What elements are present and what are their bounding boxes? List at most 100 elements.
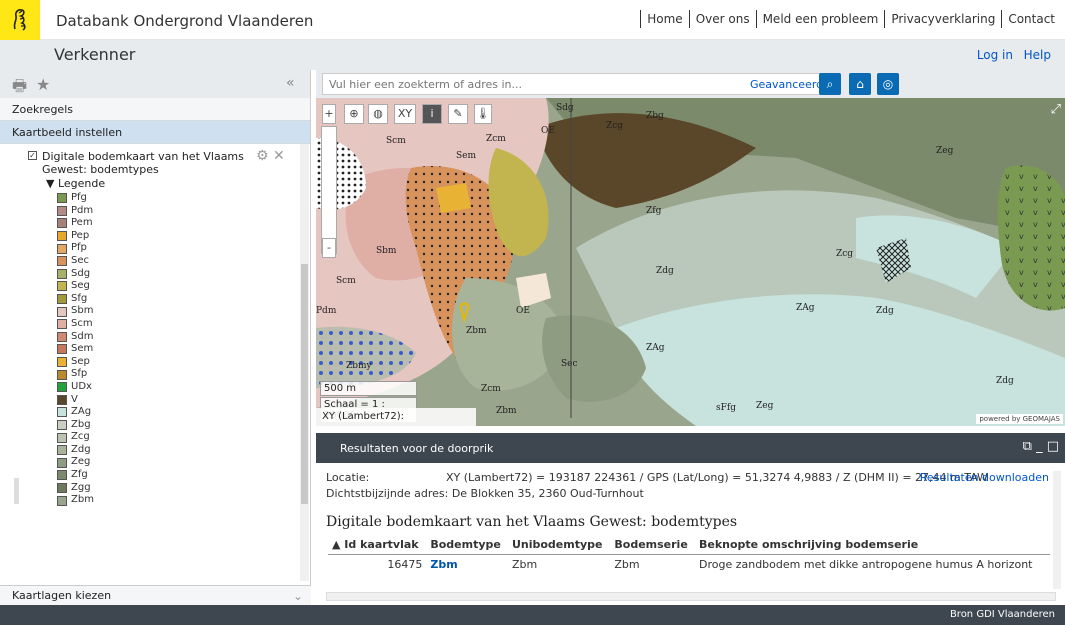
zoom-in-button[interactable]: + — [322, 104, 336, 124]
legend-swatch — [57, 495, 67, 506]
results-layer-title: Digitale bodemkaart van het Vlaams Gewes… — [326, 514, 738, 530]
location-value: XY (Lambert72) = 193187 224361 / GPS (La… — [446, 471, 988, 484]
svg-text:Zcg: Zcg — [836, 249, 853, 259]
svg-text:Sbm: Sbm — [376, 246, 397, 256]
legend-item: Zcg — [57, 431, 94, 444]
zoom-box-icon[interactable]: ⊕ — [344, 104, 364, 124]
legend-item: Pep — [57, 230, 94, 243]
zoom-slider[interactable] — [321, 126, 337, 254]
svg-text:Pdm: Pdm — [316, 306, 337, 316]
legend-label: Pdm — [71, 204, 94, 216]
left-panel: 🖶 ★ « Zoekregels Kaartbeeld instellen ✓ … — [0, 70, 311, 605]
legend-swatch — [57, 281, 67, 292]
legend-swatch — [57, 294, 67, 305]
search-bar: Geavanceerd ⌕ ⌂ ◎ — [316, 70, 1065, 98]
results-title: Resultaten voor de doorprik — [340, 442, 494, 455]
panel-resize-handle[interactable] — [14, 478, 19, 504]
legend-label: Pem — [71, 217, 93, 229]
results-vertical-scrollbar[interactable] — [1053, 471, 1061, 589]
star-icon[interactable]: ★ — [36, 75, 50, 94]
svg-text:ZAg: ZAg — [646, 343, 665, 353]
scale-bar: 500 m — [320, 381, 417, 396]
flemish-lion-logo[interactable] — [0, 0, 40, 40]
gear-icon[interactable]: ⚙ — [256, 148, 269, 164]
section-kaartlagen[interactable]: Kaartlagen kiezen ⌄ — [0, 585, 311, 605]
legend-swatch — [57, 218, 67, 229]
svg-text:Zcg: Zcg — [606, 121, 623, 131]
legend-label: Sfg — [71, 292, 88, 304]
col-bodemserie[interactable]: Bodemserie — [610, 535, 695, 555]
collapse-panel-icon[interactable]: « — [286, 75, 295, 91]
info-icon[interactable]: i — [422, 104, 442, 124]
address-row: Dichtstbijzijnde adres: De Blokken 35, 2… — [326, 487, 644, 500]
globe-icon[interactable]: ◍ — [368, 104, 388, 124]
zoom-out-button[interactable]: - — [322, 238, 336, 258]
xy-readout: XY (Lambert72): — [316, 408, 476, 426]
measure-icon[interactable]: ✎ — [448, 104, 468, 124]
locate-search-button[interactable]: ⌕ — [819, 73, 841, 95]
section-kaartbeeld[interactable]: Kaartbeeld instellen — [0, 121, 310, 144]
login-link[interactable]: Log in — [977, 48, 1013, 62]
legend-label: Legende — [57, 177, 106, 190]
help-link[interactable]: Help — [1024, 48, 1051, 62]
legend-label: Sep — [71, 355, 90, 367]
svg-text:Sdg: Sdg — [556, 103, 574, 113]
legend-swatch — [57, 432, 67, 443]
svg-text:Sec: Sec — [561, 359, 578, 369]
legend-item: Sfp — [57, 368, 94, 381]
legend-item: Pfg — [57, 192, 94, 205]
legend-item: Zfg — [57, 469, 94, 482]
legend-swatch — [57, 445, 67, 456]
site-title[interactable]: Databank Ondergrond Vlaanderen — [56, 12, 313, 30]
results-horizontal-scrollbar[interactable] — [326, 592, 1056, 601]
cell-bodemtype-link[interactable]: Zbm — [426, 555, 508, 575]
nav-meld-probleem[interactable]: Meld een probleem — [755, 10, 885, 28]
legend-swatch — [57, 193, 67, 204]
legend-swatch — [57, 319, 67, 330]
legend-label: Zfg — [71, 469, 88, 481]
zoom-extent-button[interactable]: ◎ — [877, 73, 899, 95]
col-bodemtype[interactable]: Bodemtype — [426, 535, 508, 555]
legend-item: Sfg — [57, 293, 94, 306]
minimize-icon[interactable]: _ — [1036, 439, 1043, 454]
nav-home[interactable]: Home — [640, 10, 688, 28]
legend-swatch — [57, 231, 67, 242]
legend-label: Pep — [71, 229, 90, 241]
svg-text:Zcm: Zcm — [481, 384, 501, 394]
legend-swatch — [57, 344, 67, 355]
maximize-icon[interactable]: □ — [1047, 439, 1059, 454]
nav-privacy[interactable]: Privacyverklaring — [884, 10, 1001, 28]
legend-item: Zdg — [57, 444, 94, 457]
magnifier-icon: ◎ — [882, 77, 894, 91]
nav-contact[interactable]: Contact — [1001, 10, 1061, 28]
section-kaartlagen-label: Kaartlagen kiezen — [12, 589, 112, 602]
fullscreen-icon[interactable]: ⤢ — [1051, 102, 1061, 117]
results-header: Resultaten voor de doorprik ⧉ _ □ — [316, 433, 1065, 463]
col-omschrijving[interactable]: Beknopte omschrijving bodemserie — [694, 535, 1050, 555]
svg-text:OE: OE — [516, 306, 530, 316]
close-icon[interactable]: ✕ — [273, 148, 285, 164]
col-id[interactable]: ▲ Id kaartvlak — [328, 535, 427, 555]
home-extent-button[interactable]: ⌂ — [849, 73, 871, 95]
legend-swatch — [57, 457, 67, 468]
left-panel-toolbar: 🖶 ★ « — [0, 70, 310, 98]
advanced-search-link[interactable]: Geavanceerd — [750, 78, 823, 91]
print-icon[interactable]: 🖶 — [12, 75, 27, 102]
legend-swatch — [57, 394, 67, 405]
legend-toggle[interactable]: ▼ Legende — [46, 177, 105, 190]
layer-title: Digitale bodemkaart van het Vlaams Gewes… — [42, 150, 244, 176]
legend-label: Sdm — [71, 330, 94, 342]
powered-by[interactable]: powered by GEOMAJAS — [976, 414, 1063, 424]
nav-over-ons[interactable]: Over ons — [688, 10, 756, 28]
col-unibodemtype[interactable]: Unibodemtype — [507, 535, 611, 555]
section-zoekregels[interactable]: Zoekregels — [0, 98, 310, 121]
results-window-controls: ⧉ _ □ — [1023, 439, 1059, 454]
popout-icon[interactable]: ⧉ — [1023, 439, 1032, 454]
scrollbar-thumb[interactable] — [301, 264, 308, 504]
download-results-link[interactable]: Resultaten downloaden — [920, 471, 1049, 484]
layer-visibility-checkbox[interactable]: ✓ — [28, 151, 37, 160]
xy-button[interactable]: XY — [394, 104, 416, 124]
soil-map[interactable]: v SdgZcgZbg ZegOEScm SemZcmZfg ZdgSbmPdm… — [316, 98, 1065, 426]
thermometer-icon[interactable]: 🌡 — [474, 104, 492, 124]
legend-scrollbar[interactable] — [300, 144, 309, 581]
